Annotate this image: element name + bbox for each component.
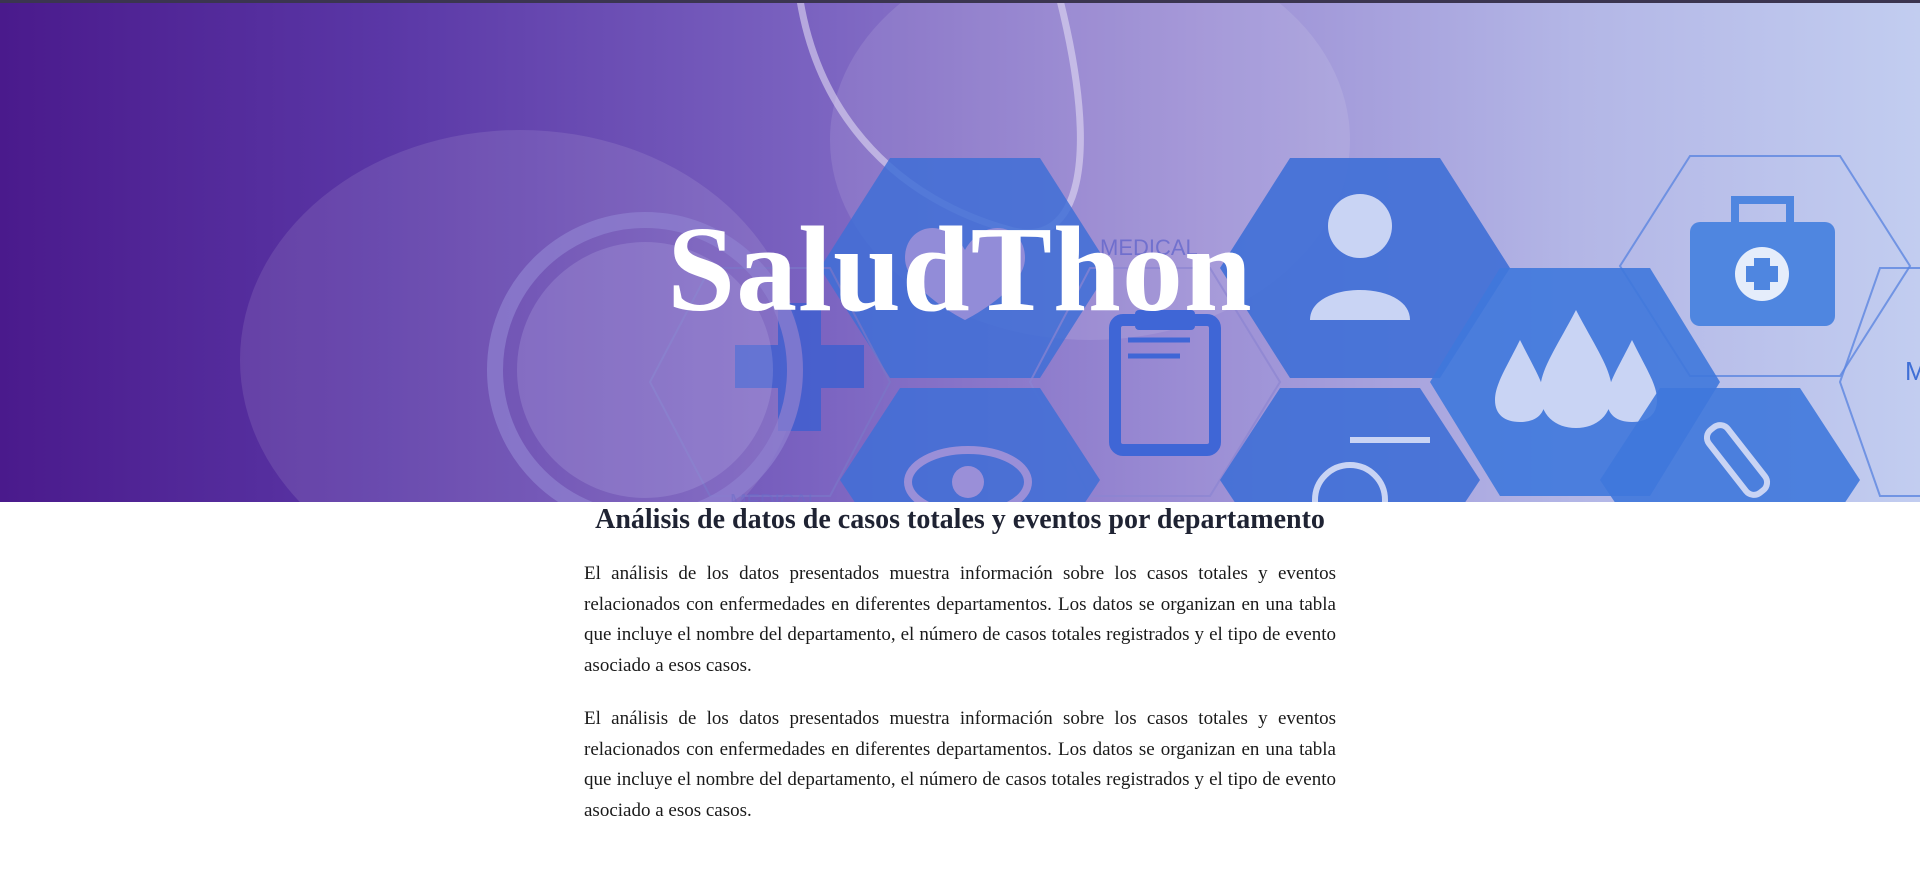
site-title: SaludThon	[667, 202, 1253, 337]
eye-hexagon	[840, 388, 1100, 502]
section-heading: Análisis de datos de casos totales y eve…	[595, 504, 1325, 535]
hero-banner: M MEDICAL MEDICAL SaludThon	[0, 0, 1920, 502]
background-label-medical-2: MEDICAL	[730, 491, 819, 502]
article-content: Análisis de datos de casos totales y eve…	[584, 502, 1336, 826]
wheelchair-hexagon	[1220, 388, 1480, 502]
svg-text:M: M	[1905, 356, 1920, 386]
window-top-edge	[0, 0, 1920, 3]
article-paragraph: El análisis de los datos presentados mue…	[584, 563, 1336, 676]
article-paragraph: El análisis de los datos presentados mue…	[584, 708, 1336, 821]
